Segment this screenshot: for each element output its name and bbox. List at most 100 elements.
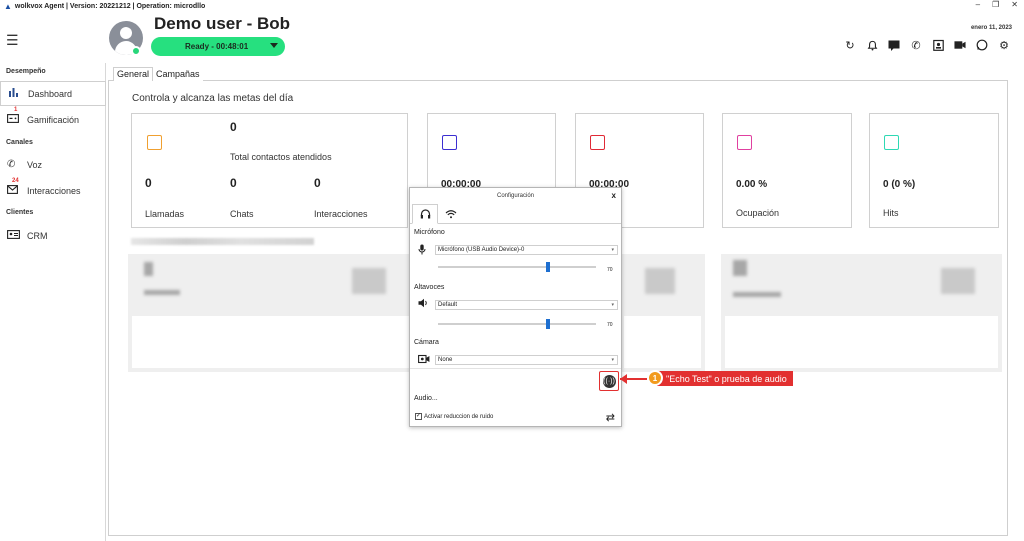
microphone-slider-thumb[interactable]	[545, 262, 550, 272]
blurred-panel-middle	[620, 254, 705, 372]
hamburger-menu-icon[interactable]: ☰	[6, 32, 19, 49]
occupancy-value: 0.00 %	[736, 179, 768, 190]
occupancy-label: Ocupación	[736, 208, 780, 218]
status-text: Ready - 00:48:01	[185, 42, 249, 51]
noise-reduction-label: Activar reduccion de ruido	[424, 413, 494, 420]
tab-general[interactable]: General	[113, 67, 154, 81]
dashboard-subtitle: Controla y alcanza las metas del día	[132, 93, 294, 104]
blurred-block	[733, 260, 747, 276]
chats-value: 0	[230, 176, 237, 190]
id-card-icon	[7, 229, 20, 242]
swap-arrows-icon[interactable]: ⇄	[606, 411, 615, 424]
sidebar-item-gamificacion[interactable]: 1 Gamificación	[0, 107, 106, 132]
maximize-button[interactable]: ❐	[992, 0, 999, 9]
chevron-down-icon: ▾	[611, 302, 614, 308]
interacciones-badge: 24	[12, 177, 19, 184]
blurred-panel-body	[725, 316, 998, 368]
tab-headset-icon[interactable]	[412, 204, 438, 224]
sms-icon[interactable]	[888, 39, 900, 51]
noise-reduction-checkbox[interactable]: ✓ Activar reduccion de ruido	[415, 413, 493, 420]
header-toolbar: ↻ ✆ ⚙	[844, 39, 1010, 52]
sidebar-item-label: CRM	[27, 230, 48, 241]
blurred-panel-body	[624, 316, 701, 368]
sidebar-item-interacciones[interactable]: 24 Interacciones	[0, 178, 106, 203]
chevron-down-icon	[270, 43, 278, 48]
phone-call-icon[interactable]: ✆	[910, 39, 922, 52]
username: Demo user - Bob	[154, 14, 291, 33]
app-logo-icon: ▲	[4, 2, 12, 11]
microphone-icon	[418, 244, 426, 258]
audio-label: Audio...	[414, 395, 438, 402]
tab-campanas[interactable]: Campañas	[153, 67, 203, 81]
bell-icon[interactable]	[866, 39, 878, 51]
sidebar-item-label: Voz	[27, 159, 43, 170]
callout-text: "Echo Test" o prueba de audio	[666, 373, 787, 384]
blurred-block	[144, 290, 180, 295]
tab-wifi-icon[interactable]	[438, 204, 464, 224]
sidebar-item-label: Gamificación	[27, 114, 80, 125]
dialog-close-button[interactable]: x	[612, 191, 616, 200]
video-icon[interactable]	[954, 39, 966, 51]
camera-select[interactable]: None ▾	[435, 355, 618, 365]
status-selector[interactable]: Ready - 00:48:01	[151, 37, 285, 56]
section-performance: Desempeño	[6, 68, 46, 75]
sidebar-item-crm[interactable]: CRM	[0, 223, 106, 248]
microphone-level: 70	[607, 267, 613, 273]
occupancy-card: 0.00 % Ocupación	[722, 113, 852, 228]
microphone-slider[interactable]	[438, 262, 596, 272]
badge-icon[interactable]	[932, 39, 944, 51]
speakers-slider-thumb[interactable]	[545, 319, 550, 329]
settings-icon[interactable]: ⚙	[998, 39, 1010, 52]
interactions-label: Interacciones	[314, 209, 368, 219]
hits-card: 0 (0 %) Hits	[869, 113, 999, 228]
whatsapp-icon[interactable]	[976, 39, 988, 51]
blurred-image	[941, 268, 975, 294]
blurred-image	[645, 268, 675, 294]
podcast-icon: ((·))	[602, 374, 616, 388]
sidebar-item-voz[interactable]: ✆ Voz	[0, 152, 106, 177]
time-card-2-square	[590, 135, 605, 150]
blurred-block	[144, 262, 153, 276]
calls-value: 0	[145, 176, 152, 190]
blurred-panel-body	[132, 316, 414, 368]
hits-square	[884, 135, 899, 150]
blurred-heading	[131, 238, 314, 245]
sidebar-item-label: Dashboard	[28, 88, 73, 99]
callout-number: 1	[647, 370, 663, 386]
speakers-label: Altavoces	[414, 284, 445, 291]
calls-label: Llamadas	[145, 209, 185, 219]
microphone-select[interactable]: Micrófono (USB Audio Device)-0 ▾	[435, 245, 618, 255]
window-title: wolkvox Agent | Version: 20221212 | Oper…	[14, 3, 206, 10]
envelope-icon: 24	[7, 178, 19, 197]
speakers-level: 70	[607, 322, 613, 328]
time-card-1-square	[442, 135, 457, 150]
camera-device: None	[438, 357, 453, 363]
total-contacts-label: Total contactos atendidos	[230, 152, 332, 162]
bar-chart-icon	[8, 87, 20, 100]
avatar-head	[120, 27, 132, 39]
blurred-block	[733, 292, 781, 297]
echo-test-button[interactable]: ((·))	[599, 371, 619, 391]
hits-label: Hits	[883, 208, 899, 218]
sidebar: Desempeño Dashboard 1 Gamificación Canal…	[0, 63, 106, 541]
dialog-tabs	[410, 202, 621, 224]
speakers-slider[interactable]	[438, 319, 596, 329]
dialog-title: Configuración	[496, 193, 535, 199]
window-controls: – ❐ ✕	[976, 0, 1018, 9]
callout-arrowhead	[620, 374, 627, 384]
close-button[interactable]: ✕	[1011, 0, 1018, 9]
callout-label: "Echo Test" o prueba de audio	[657, 371, 793, 386]
refresh-icon[interactable]: ↻	[844, 39, 856, 52]
section-clients: Clientes	[6, 209, 34, 216]
interactions-value: 0	[314, 176, 321, 190]
dialog-divider	[410, 368, 621, 369]
section-channels: Canales	[6, 139, 33, 146]
sidebar-item-dashboard[interactable]: Dashboard	[0, 81, 106, 106]
speaker-icon	[418, 298, 429, 311]
tab-bar: General Campañas	[113, 67, 203, 81]
contacts-color-square	[147, 135, 162, 150]
minimize-button[interactable]: –	[976, 0, 980, 9]
chats-label: Chats	[230, 209, 254, 219]
title-bar: ▲ wolkvox Agent | Version: 20221212 | Op…	[0, 0, 1024, 13]
speakers-select[interactable]: Default ▾	[435, 300, 618, 310]
